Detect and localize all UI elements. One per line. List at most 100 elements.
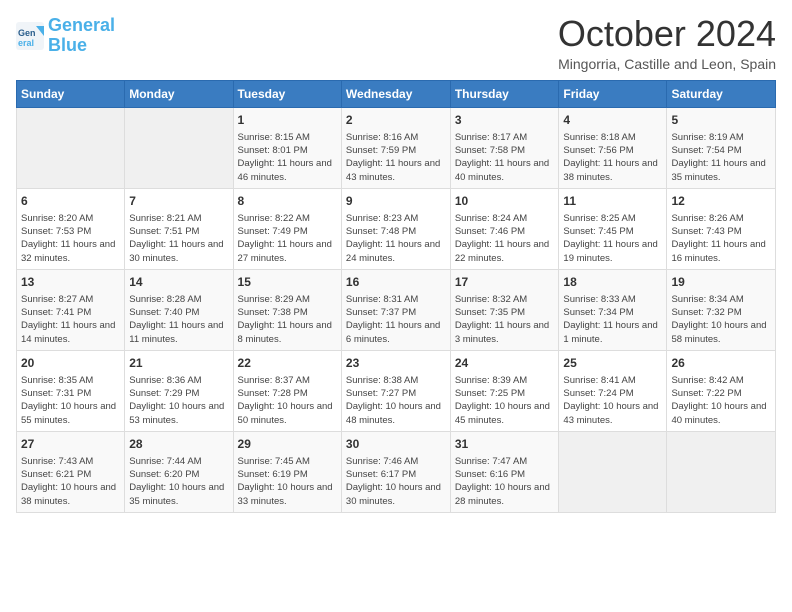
day-number: 8 bbox=[238, 193, 337, 210]
calendar-cell: 29 Sunrise: 7:45 AM Sunset: 6:19 PM Dayli… bbox=[233, 431, 341, 512]
day-number: 11 bbox=[563, 193, 662, 210]
day-content: Sunrise: 8:39 AM Sunset: 7:25 PM Dayligh… bbox=[455, 374, 555, 427]
day-number: 16 bbox=[346, 274, 446, 291]
day-content: Sunrise: 8:27 AM Sunset: 7:41 PM Dayligh… bbox=[21, 293, 120, 346]
calendar-cell bbox=[125, 108, 233, 189]
day-number: 18 bbox=[563, 274, 662, 291]
calendar-week-row: 27 Sunrise: 7:43 AM Sunset: 6:21 PM Dayli… bbox=[17, 431, 776, 512]
calendar-cell: 24 Sunrise: 8:39 AM Sunset: 7:25 PM Dayli… bbox=[450, 350, 559, 431]
calendar-cell bbox=[559, 431, 667, 512]
day-content: Sunrise: 8:29 AM Sunset: 7:38 PM Dayligh… bbox=[238, 293, 337, 346]
svg-text:eral: eral bbox=[18, 38, 34, 48]
day-content: Sunrise: 8:23 AM Sunset: 7:48 PM Dayligh… bbox=[346, 212, 446, 265]
day-number: 9 bbox=[346, 193, 446, 210]
day-number: 20 bbox=[21, 355, 120, 372]
calendar-cell: 26Sunrise: 8:42 AM Sunset: 7:22 PM Dayli… bbox=[667, 350, 776, 431]
day-number: 10 bbox=[455, 193, 555, 210]
calendar-cell: 30Sunrise: 7:46 AM Sunset: 6:17 PM Dayli… bbox=[341, 431, 450, 512]
calendar-cell: 20Sunrise: 8:35 AM Sunset: 7:31 PM Dayli… bbox=[17, 350, 125, 431]
calendar-cell: 28 Sunrise: 7:44 AM Sunset: 6:20 PM Dayli… bbox=[125, 431, 233, 512]
calendar-body: 1 Sunrise: 8:15 AM Sunset: 8:01 PM Daylig… bbox=[17, 108, 776, 513]
title-block: October 2024 Mingorria, Castille and Leo… bbox=[558, 16, 776, 72]
calendar-header: SundayMondayTuesdayWednesdayThursdayFrid… bbox=[17, 81, 776, 108]
day-number: 12 bbox=[671, 193, 771, 210]
calendar-cell: 31 Sunrise: 7:47 AM Sunset: 6:16 PM Dayli… bbox=[450, 431, 559, 512]
calendar-cell: 7 Sunrise: 8:21 AM Sunset: 7:51 PM Daylig… bbox=[125, 188, 233, 269]
calendar-week-row: 1 Sunrise: 8:15 AM Sunset: 8:01 PM Daylig… bbox=[17, 108, 776, 189]
day-content: Sunrise: 8:15 AM Sunset: 8:01 PM Dayligh… bbox=[238, 131, 337, 184]
day-number: 26 bbox=[671, 355, 771, 372]
day-content: Sunrise: 7:47 AM Sunset: 6:16 PM Dayligh… bbox=[455, 455, 555, 508]
day-content: Sunrise: 8:21 AM Sunset: 7:51 PM Dayligh… bbox=[129, 212, 228, 265]
day-number: 29 bbox=[238, 436, 337, 453]
calendar-cell: 17 Sunrise: 8:32 AM Sunset: 7:35 PM Dayli… bbox=[450, 269, 559, 350]
calendar-cell: 27 Sunrise: 7:43 AM Sunset: 6:21 PM Dayli… bbox=[17, 431, 125, 512]
calendar-cell: 18 Sunrise: 8:33 AM Sunset: 7:34 PM Dayli… bbox=[559, 269, 667, 350]
day-content: Sunrise: 7:44 AM Sunset: 6:20 PM Dayligh… bbox=[129, 455, 228, 508]
day-number: 24 bbox=[455, 355, 555, 372]
calendar-cell: 2 Sunrise: 8:16 AM Sunset: 7:59 PM Daylig… bbox=[341, 108, 450, 189]
day-number: 31 bbox=[455, 436, 555, 453]
calendar-cell bbox=[667, 431, 776, 512]
calendar-cell: 16Sunrise: 8:31 AM Sunset: 7:37 PM Dayli… bbox=[341, 269, 450, 350]
location-title: Mingorria, Castille and Leon, Spain bbox=[558, 56, 776, 72]
day-content: Sunrise: 8:26 AM Sunset: 7:43 PM Dayligh… bbox=[671, 212, 771, 265]
svg-text:Gen: Gen bbox=[18, 28, 36, 38]
calendar-table: SundayMondayTuesdayWednesdayThursdayFrid… bbox=[16, 80, 776, 513]
weekday-header: Saturday bbox=[667, 81, 776, 108]
calendar-week-row: 20Sunrise: 8:35 AM Sunset: 7:31 PM Dayli… bbox=[17, 350, 776, 431]
day-number: 7 bbox=[129, 193, 228, 210]
day-content: Sunrise: 7:43 AM Sunset: 6:21 PM Dayligh… bbox=[21, 455, 120, 508]
day-number: 17 bbox=[455, 274, 555, 291]
day-number: 27 bbox=[21, 436, 120, 453]
day-content: Sunrise: 8:18 AM Sunset: 7:56 PM Dayligh… bbox=[563, 131, 662, 184]
calendar-week-row: 13 Sunrise: 8:27 AM Sunset: 7:41 PM Dayli… bbox=[17, 269, 776, 350]
day-content: Sunrise: 8:24 AM Sunset: 7:46 PM Dayligh… bbox=[455, 212, 555, 265]
day-content: Sunrise: 8:37 AM Sunset: 7:28 PM Dayligh… bbox=[238, 374, 337, 427]
day-content: Sunrise: 7:45 AM Sunset: 6:19 PM Dayligh… bbox=[238, 455, 337, 508]
page-header: Gen eral General Blue October 2024 Mingo… bbox=[16, 16, 776, 72]
calendar-cell: 15 Sunrise: 8:29 AM Sunset: 7:38 PM Dayli… bbox=[233, 269, 341, 350]
calendar-cell: 12 Sunrise: 8:26 AM Sunset: 7:43 PM Dayli… bbox=[667, 188, 776, 269]
weekday-header: Wednesday bbox=[341, 81, 450, 108]
day-content: Sunrise: 8:33 AM Sunset: 7:34 PM Dayligh… bbox=[563, 293, 662, 346]
day-number: 25 bbox=[563, 355, 662, 372]
day-content: Sunrise: 8:16 AM Sunset: 7:59 PM Dayligh… bbox=[346, 131, 446, 184]
calendar-cell: 4 Sunrise: 8:18 AM Sunset: 7:56 PM Daylig… bbox=[559, 108, 667, 189]
day-content: Sunrise: 8:36 AM Sunset: 7:29 PM Dayligh… bbox=[129, 374, 228, 427]
calendar-cell: 23Sunrise: 8:38 AM Sunset: 7:27 PM Dayli… bbox=[341, 350, 450, 431]
day-content: Sunrise: 8:19 AM Sunset: 7:54 PM Dayligh… bbox=[671, 131, 771, 184]
calendar-cell: 1 Sunrise: 8:15 AM Sunset: 8:01 PM Daylig… bbox=[233, 108, 341, 189]
day-content: Sunrise: 8:32 AM Sunset: 7:35 PM Dayligh… bbox=[455, 293, 555, 346]
calendar-cell: 6Sunrise: 8:20 AM Sunset: 7:53 PM Daylig… bbox=[17, 188, 125, 269]
header-row: SundayMondayTuesdayWednesdayThursdayFrid… bbox=[17, 81, 776, 108]
weekday-header: Monday bbox=[125, 81, 233, 108]
day-number: 1 bbox=[238, 112, 337, 129]
calendar-cell: 25Sunrise: 8:41 AM Sunset: 7:24 PM Dayli… bbox=[559, 350, 667, 431]
day-number: 5 bbox=[671, 112, 771, 129]
day-content: Sunrise: 8:28 AM Sunset: 7:40 PM Dayligh… bbox=[129, 293, 228, 346]
weekday-header: Thursday bbox=[450, 81, 559, 108]
weekday-header: Friday bbox=[559, 81, 667, 108]
day-number: 21 bbox=[129, 355, 228, 372]
weekday-header: Sunday bbox=[17, 81, 125, 108]
day-number: 4 bbox=[563, 112, 662, 129]
weekday-header: Tuesday bbox=[233, 81, 341, 108]
calendar-cell: 5 Sunrise: 8:19 AM Sunset: 7:54 PM Daylig… bbox=[667, 108, 776, 189]
day-number: 6 bbox=[21, 193, 120, 210]
calendar-cell: 11Sunrise: 8:25 AM Sunset: 7:45 PM Dayli… bbox=[559, 188, 667, 269]
calendar-cell: 9 Sunrise: 8:23 AM Sunset: 7:48 PM Daylig… bbox=[341, 188, 450, 269]
calendar-cell: 3Sunrise: 8:17 AM Sunset: 7:58 PM Daylig… bbox=[450, 108, 559, 189]
day-number: 13 bbox=[21, 274, 120, 291]
calendar-cell bbox=[17, 108, 125, 189]
day-number: 28 bbox=[129, 436, 228, 453]
calendar-cell: 14 Sunrise: 8:28 AM Sunset: 7:40 PM Dayli… bbox=[125, 269, 233, 350]
calendar-cell: 10 Sunrise: 8:24 AM Sunset: 7:46 PM Dayli… bbox=[450, 188, 559, 269]
day-content: Sunrise: 8:22 AM Sunset: 7:49 PM Dayligh… bbox=[238, 212, 337, 265]
day-number: 2 bbox=[346, 112, 446, 129]
day-number: 15 bbox=[238, 274, 337, 291]
calendar-cell: 21 Sunrise: 8:36 AM Sunset: 7:29 PM Dayli… bbox=[125, 350, 233, 431]
month-title: October 2024 bbox=[558, 16, 776, 52]
day-content: Sunrise: 7:46 AM Sunset: 6:17 PM Dayligh… bbox=[346, 455, 446, 508]
day-number: 14 bbox=[129, 274, 228, 291]
